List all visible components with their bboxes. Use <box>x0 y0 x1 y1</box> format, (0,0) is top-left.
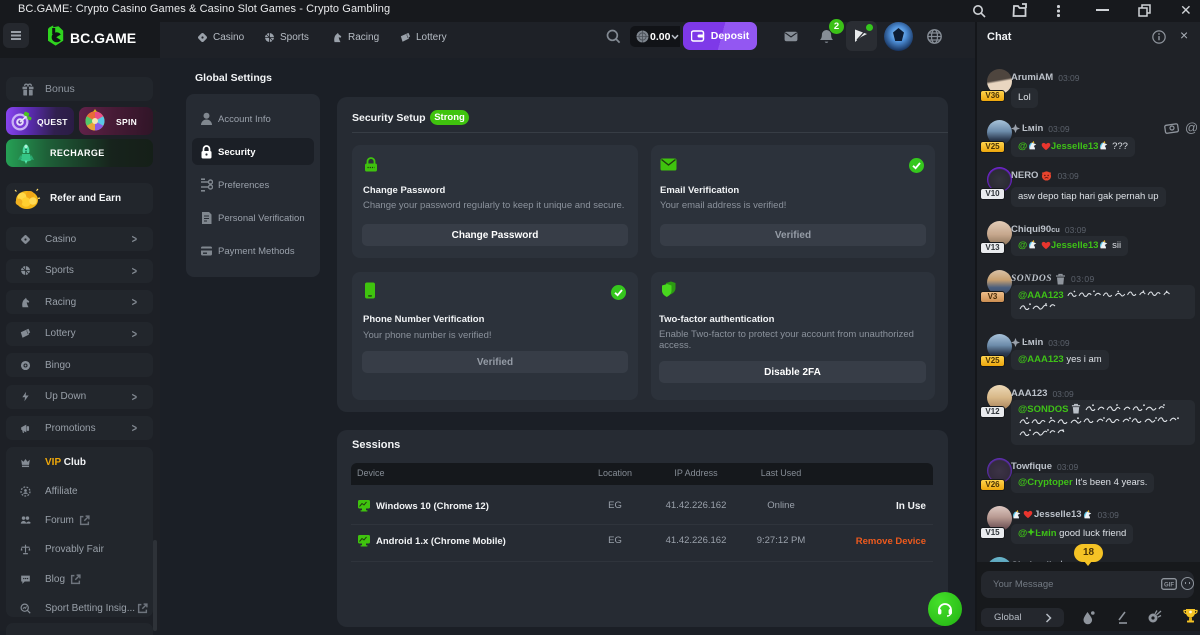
svg-text:GIF: GIF <box>1164 583 1174 589</box>
